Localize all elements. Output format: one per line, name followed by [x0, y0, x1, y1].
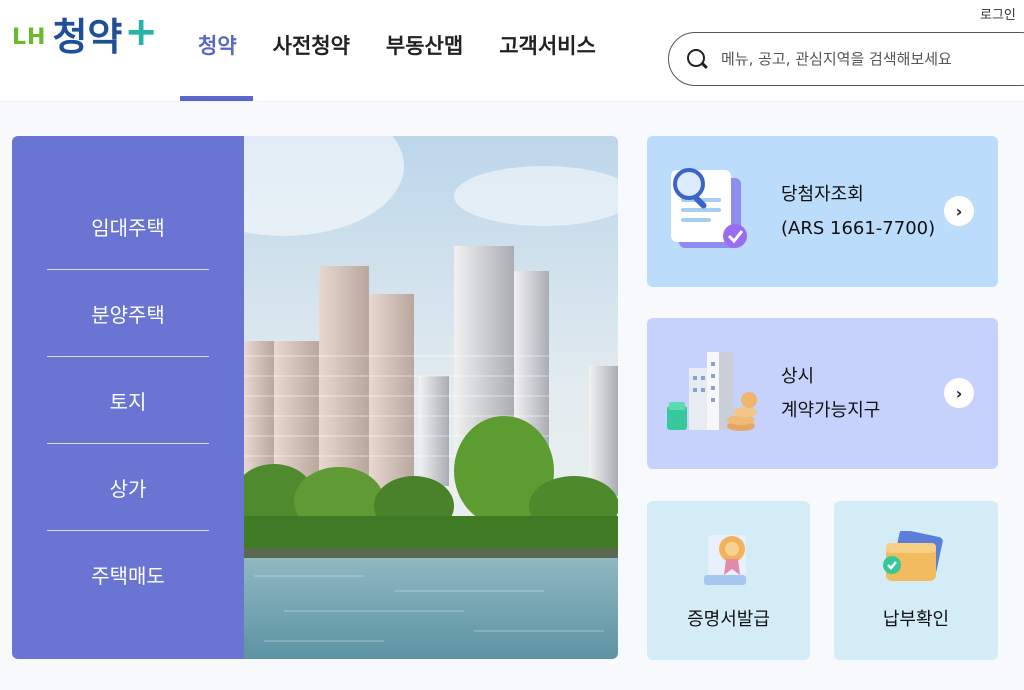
nav-real-estate-map[interactable]: 부동산맵 — [386, 30, 463, 70]
buildings-coins-icon — [667, 352, 757, 431]
winner-lookup-ars: (ARS 1661-7700) — [781, 218, 936, 239]
hero-image — [244, 136, 618, 659]
wallet-icon — [883, 531, 943, 581]
winner-lookup-title: 당첨자조회 — [781, 184, 864, 205]
logo-plus-icon: + — [124, 9, 158, 55]
certificate-icon — [704, 535, 746, 585]
apartment-lake-illustration — [244, 136, 618, 659]
menu-commercial[interactable]: 상가 — [47, 444, 209, 531]
nav-pre-subscription[interactable]: 사전청약 — [273, 30, 350, 70]
payment-check-card[interactable]: 납부확인 — [834, 501, 998, 660]
menu-house-selling[interactable]: 주택매도 — [47, 531, 209, 618]
always-contract-title: 상시 — [781, 366, 815, 387]
winner-lookup-card[interactable]: 당첨자조회 (ARS 1661-7700) › — [647, 136, 998, 287]
chevron-right-icon[interactable]: › — [944, 378, 974, 408]
menu-rental-housing[interactable]: 임대주택 — [47, 183, 209, 270]
login-link[interactable]: 로그인 — [980, 4, 1024, 23]
logo[interactable]: LH 청약 + — [12, 12, 158, 78]
payment-check-label: 납부확인 — [882, 609, 950, 630]
certificate-issuance-card[interactable]: 증명서발급 — [647, 501, 810, 660]
main-nav: 청약 사전청약 부동산맵 고객서비스 — [180, 30, 632, 101]
search-bar[interactable] — [668, 32, 1024, 86]
chevron-right-icon[interactable]: › — [944, 196, 974, 226]
nav-subscription[interactable]: 청약 — [180, 30, 253, 101]
nav-customer-service[interactable]: 고객서비스 — [499, 30, 596, 70]
search-input[interactable] — [721, 50, 1021, 68]
always-contract-subtitle: 계약가능지구 — [781, 400, 881, 421]
always-contract-card[interactable]: 상시 계약가능지구 › — [647, 318, 998, 469]
search-icon[interactable] — [685, 47, 709, 71]
logo-lh: LH — [12, 25, 47, 50]
housing-type-menu: 임대주택 분양주택 토지 상가 주택매도 — [12, 136, 244, 659]
certificate-issuance-label: 증명서발급 — [687, 609, 770, 630]
document-magnifier-icon — [671, 168, 747, 248]
header: 로그인 LH 청약 + 청약 사전청약 부동산맵 고객서비스 — [0, 0, 1024, 102]
menu-sale-housing[interactable]: 분양주택 — [47, 270, 209, 357]
logo-text: 청약 — [52, 15, 123, 59]
menu-land[interactable]: 토지 — [47, 357, 209, 444]
